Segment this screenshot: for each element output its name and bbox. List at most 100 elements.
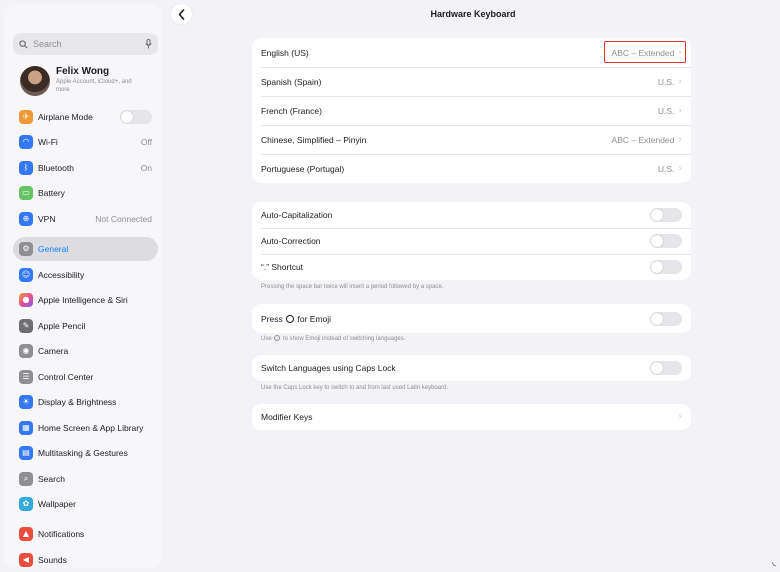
sun-icon: ☀: [19, 395, 33, 409]
period-shortcut-toggle[interactable]: [650, 260, 682, 274]
sidebar-item-apple-intelligence-siri[interactable]: ● Apple Intelligence & Siri: [13, 288, 158, 312]
sidebar-item-home-screen[interactable]: ▦ Home Screen & App Library: [13, 416, 158, 440]
sidebar-item-label: Notifications: [38, 529, 85, 539]
sidebar-item-airplane-mode[interactable]: ✈ Airplane Mode: [13, 105, 158, 129]
keyboard-row-chinese-pinyin[interactable]: Chinese, Simplified – Pinyin ABC – Exten…: [252, 125, 691, 154]
modifier-keys-row[interactable]: Modifier Keys ›: [252, 404, 691, 430]
keyboard-layout-value: U.S.: [657, 163, 675, 174]
wallpaper-icon: ✿: [19, 497, 33, 511]
keyboard-layout-value: U.S.: [657, 105, 675, 116]
siri-icon: ●: [19, 293, 33, 307]
multitasking-icon: ▤: [19, 446, 33, 460]
sidebar-item-label: Home Screen & App Library: [38, 423, 144, 433]
sidebar-item-bluetooth[interactable]: ᛒ Bluetooth On: [13, 156, 158, 180]
profile-name: Felix Wong: [56, 66, 110, 77]
sidebar-item-label: Apple Pencil: [38, 321, 86, 331]
modifier-keys-group: Modifier Keys ›: [252, 404, 691, 430]
emoji-label-suffix: for Emoji: [297, 313, 332, 324]
sidebar-item-value: On: [140, 163, 152, 173]
airplane-mode-toggle[interactable]: [120, 110, 152, 124]
highlight-box: [604, 41, 686, 63]
typing-options-group: Auto-Capitalization Auto-Correction “.” …: [252, 202, 691, 280]
camera-icon: ◉: [19, 344, 33, 358]
profile-subtitle: Apple Account, iCloud+, and more: [56, 79, 132, 93]
keyboard-layout-value: U.S.: [657, 76, 675, 87]
sidebar-item-multitasking[interactable]: ▤ Multitasking & Gestures: [13, 441, 158, 465]
pencil-icon: ✎: [19, 319, 33, 333]
keyboard-name: Spanish (Spain): [261, 76, 322, 87]
airplane-icon: ✈: [19, 110, 33, 124]
auto-correction-toggle[interactable]: [650, 234, 682, 248]
emoji-footnote-prefix: Use: [261, 336, 272, 342]
keyboard-layout-value: ABC – Extended: [611, 134, 675, 145]
sidebar-item-value: Not Connected: [95, 214, 152, 224]
sidebar-item-sounds[interactable]: ◀ Sounds: [13, 548, 158, 568]
sidebar-item-label: Battery: [38, 188, 65, 198]
sidebar-item-battery[interactable]: ▭ Battery: [13, 181, 158, 205]
period-shortcut-row: “.” Shortcut: [252, 254, 691, 280]
caps-lock-toggle[interactable]: [650, 361, 682, 375]
sidebar-item-wifi[interactable]: ◠ Wi-Fi Off: [13, 130, 158, 154]
keyboard-name: French (France): [261, 105, 322, 116]
sidebar-item-value: Off: [140, 137, 152, 147]
sidebar-item-label: VPN: [38, 214, 56, 224]
sidebar-item-general[interactable]: ⚙ General: [13, 237, 158, 261]
back-button[interactable]: [171, 4, 192, 24]
sidebar-item-label: Wi-Fi: [38, 137, 58, 147]
sidebar-item-vpn[interactable]: ⊕ VPN Not Connected: [13, 207, 158, 231]
sidebar-item-wallpaper[interactable]: ✿ Wallpaper: [13, 492, 158, 516]
sidebar-item-display-brightness[interactable]: ☀ Display & Brightness: [13, 390, 158, 414]
sidebar-item-label: Apple Intelligence & Siri: [38, 295, 128, 305]
sidebar-item-label: Display & Brightness: [38, 397, 117, 407]
resize-corner-icon: ◟: [772, 557, 776, 568]
sidebar-item-camera[interactable]: ◉ Camera: [13, 339, 158, 363]
gear-icon: ⚙: [19, 242, 33, 256]
apple-account-profile[interactable]: Felix Wong Apple Account, iCloud+, and m…: [20, 66, 160, 100]
search-icon: [19, 39, 28, 49]
period-shortcut-label: “.” Shortcut: [261, 262, 304, 272]
microphone-icon[interactable]: [145, 39, 152, 49]
wifi-icon: ◠: [19, 135, 33, 149]
sidebar-item-label: General: [38, 244, 69, 254]
sidebar-item-apple-pencil[interactable]: ✎ Apple Pencil: [13, 314, 158, 338]
chevron-right-icon: ›: [678, 134, 682, 145]
bluetooth-icon: ᛒ: [19, 161, 33, 175]
sidebar-item-search[interactable]: ⌕ Search: [13, 467, 158, 491]
sidebar-item-label: Multitasking & Gestures: [38, 448, 128, 458]
keyboard-row-spanish-spain[interactable]: Spanish (Spain) U.S. ›: [252, 67, 691, 96]
press-globe-for-emoji-row: Press for Emoji: [252, 304, 691, 333]
sidebar-item-accessibility[interactable]: ☺ Accessibility: [13, 263, 158, 287]
speaker-icon: ◀: [19, 553, 33, 567]
bell-icon: ▲: [19, 527, 33, 541]
sidebar: Search Felix Wong Apple Account, iCloud+…: [4, 4, 162, 568]
vpn-icon: ⊕: [19, 212, 33, 226]
sidebar-item-label: Control Center: [38, 372, 94, 382]
auto-capitalization-toggle[interactable]: [650, 208, 682, 222]
caps-lock-group: Switch Languages using Caps Lock: [252, 355, 691, 381]
press-globe-for-emoji-toggle[interactable]: [650, 311, 682, 326]
press-globe-for-emoji-label: Press for Emoji: [261, 314, 650, 324]
sidebar-item-notifications[interactable]: ▲ Notifications: [13, 522, 158, 546]
caps-lock-footnote: Use the Caps Lock key to switch to and f…: [261, 385, 449, 391]
sidebar-item-control-center[interactable]: ☰ Control Center: [13, 365, 158, 389]
search-field[interactable]: Search: [13, 33, 158, 55]
keyboard-row-french-france[interactable]: French (France) U.S. ›: [252, 96, 691, 125]
chevron-right-icon: ›: [678, 412, 682, 422]
home-screen-icon: ▦: [19, 421, 33, 435]
control-center-icon: ☰: [19, 370, 33, 384]
emoji-label-prefix: Press: [261, 313, 283, 324]
chevron-right-icon: ›: [678, 163, 682, 174]
auto-capitalization-label: Auto-Capitalization: [261, 210, 333, 220]
chevron-left-icon: [178, 8, 185, 20]
accessibility-icon: ☺: [19, 268, 33, 282]
battery-icon: ▭: [19, 186, 33, 200]
avatar: [20, 66, 50, 96]
caps-lock-label: Switch Languages using Caps Lock: [261, 363, 396, 373]
auto-correction-label: Auto-Correction: [261, 236, 321, 246]
keyboard-name: Chinese, Simplified – Pinyin: [261, 134, 367, 145]
emoji-footnote-suffix: to show Emoji instead of switching langu…: [283, 336, 406, 342]
sidebar-item-label: Wallpaper: [38, 499, 76, 509]
keyboard-row-portuguese-portugal[interactable]: Portuguese (Portugal) U.S. ›: [252, 154, 691, 183]
sidebar-item-label: Bluetooth: [38, 163, 74, 173]
keyboard-name: English (US): [261, 47, 309, 58]
